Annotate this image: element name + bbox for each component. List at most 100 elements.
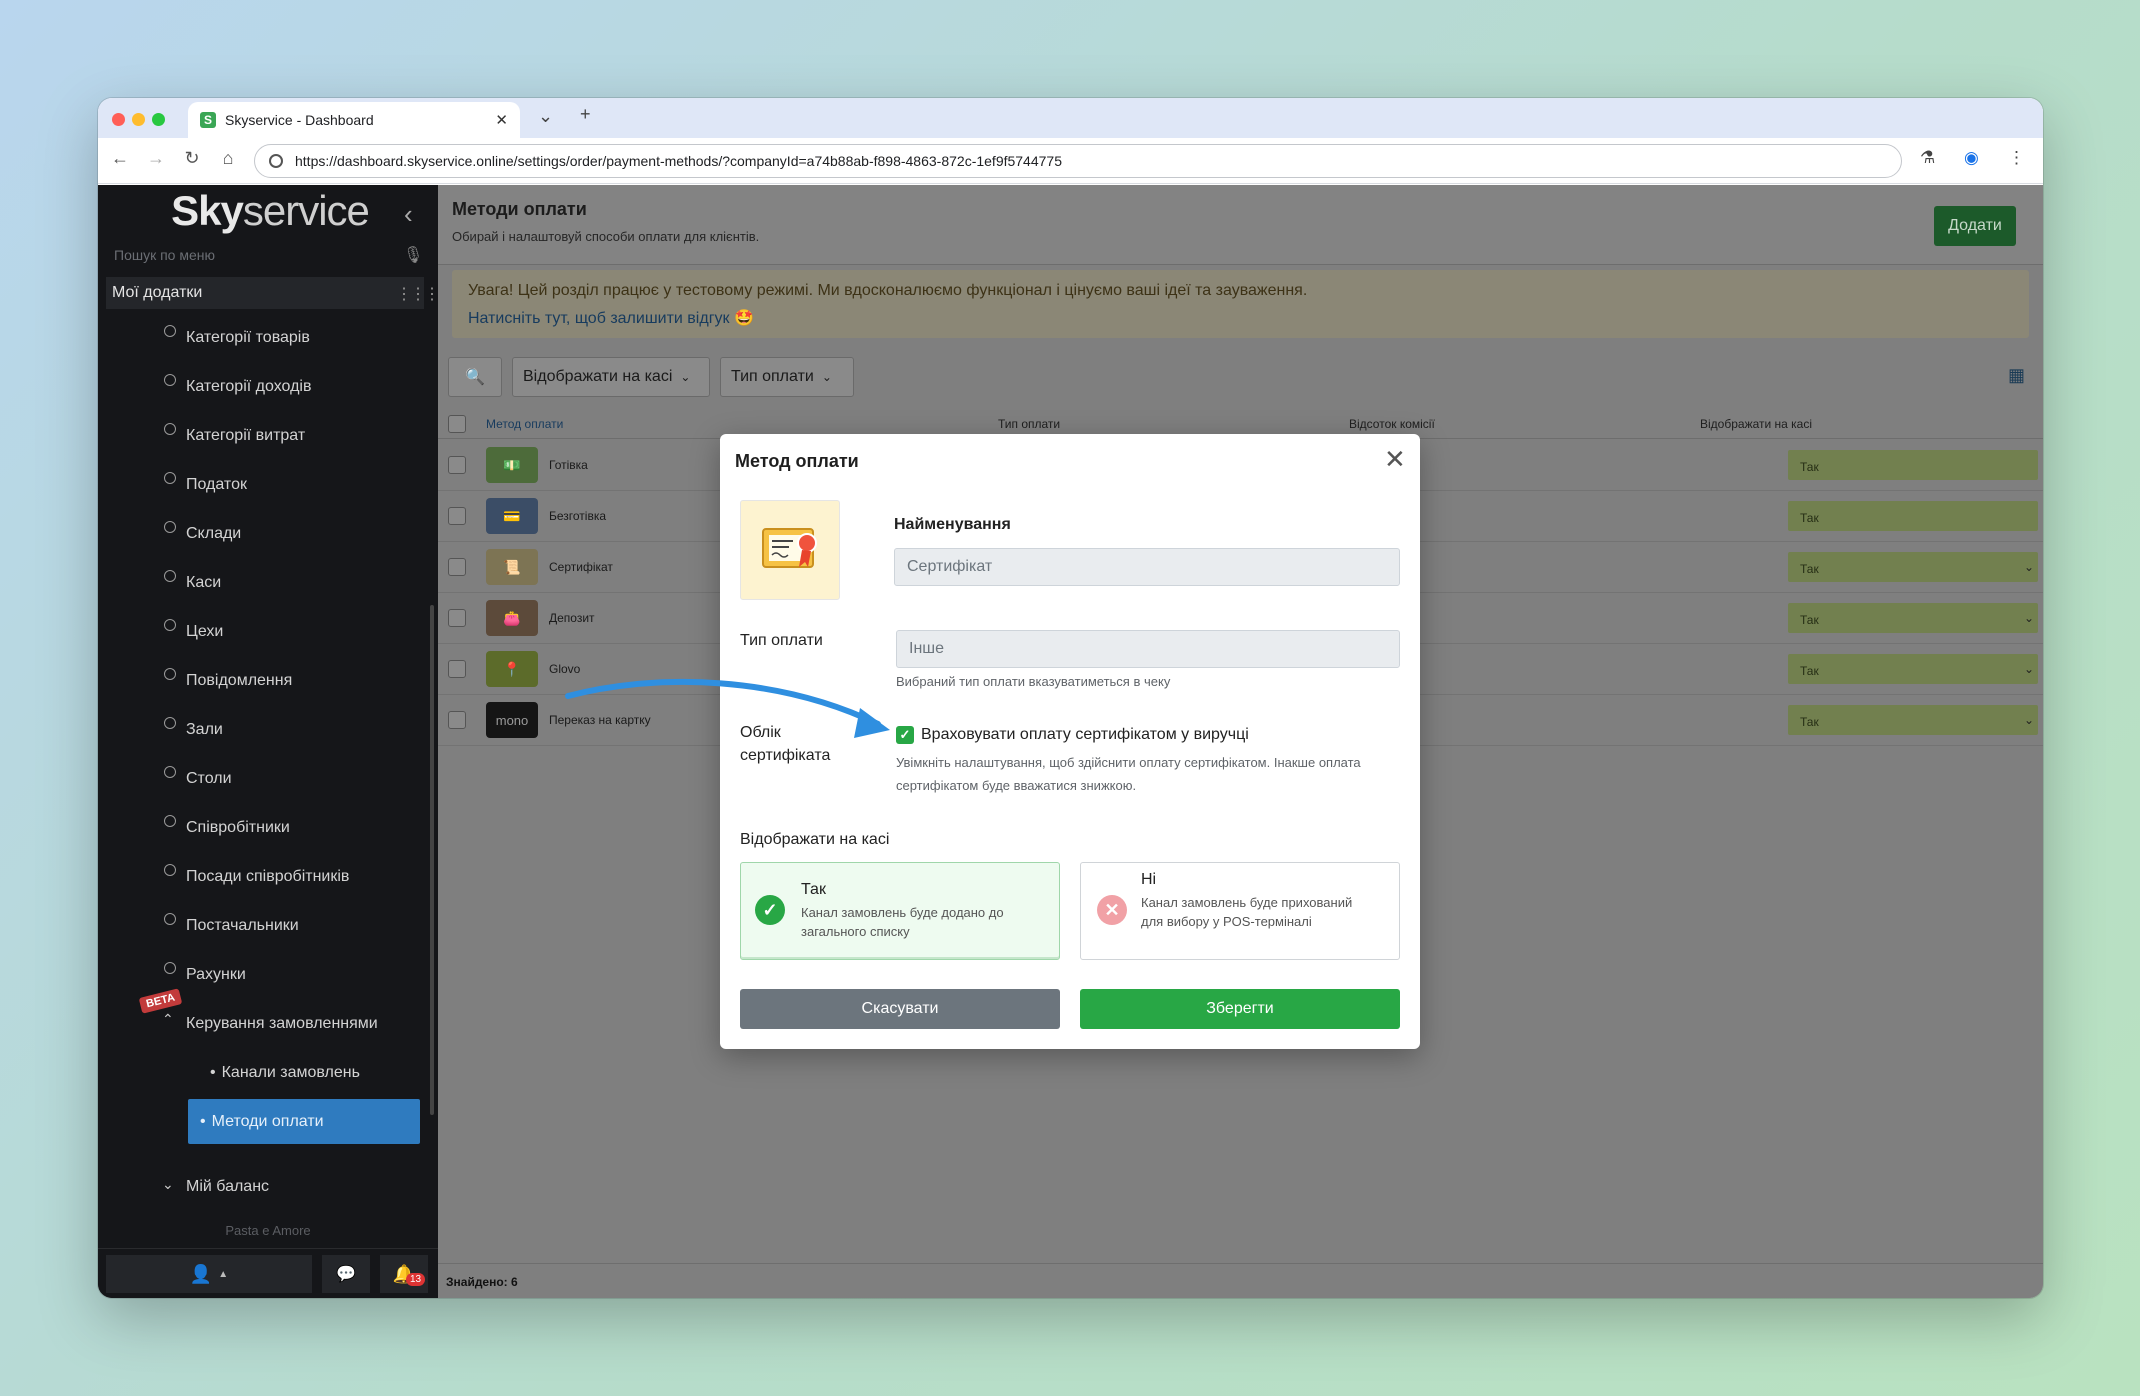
row-checkbox[interactable] [448,609,466,627]
new-tab-icon[interactable]: + [580,104,591,125]
add-button[interactable]: Додати [1934,206,2016,246]
collapse-sidebar-icon[interactable]: ‹ [404,199,413,230]
row-checkbox[interactable] [448,456,466,474]
close-window-button[interactable] [112,113,125,126]
show-on-pos-select[interactable]: Так ⌄ [1788,705,2038,735]
certificate-image[interactable] [740,500,840,600]
tab-title: Skyservice - Dashboard [225,112,374,128]
sidebar-item[interactable]: Категорії товарів [98,313,428,362]
row-checkbox[interactable] [448,507,466,525]
circle-icon [164,815,176,827]
select-all-checkbox[interactable] [448,415,466,433]
column-header: Відсоток комісії [1349,417,1435,431]
notification-count-badge: 13 [406,1273,426,1286]
sidebar-item-balance[interactable]: ⌄ Мій баланс [98,1162,428,1211]
sidebar: Skyservice ‹ Пошук по меню 🎙 Мої додатки… [98,185,440,1298]
search-button[interactable]: 🔍 [448,357,502,397]
cert-accounting-label-2: сертифіката [740,747,831,764]
table-view-icon[interactable]: ▦ [2008,365,2025,386]
sidebar-item[interactable]: Склади [98,509,428,558]
tab-list-chevron-icon[interactable]: ⌄ [538,106,553,127]
search-icon: 🔍 [465,369,485,386]
forward-icon[interactable]: → [144,148,168,169]
cert-hint-line-1: Увімкніть налаштування, щоб здійснити оп… [896,755,1361,770]
cert-revenue-checkbox-label[interactable]: Враховувати оплату сертифікатом у виручц… [921,726,1249,744]
sidebar-item[interactable]: Цехи [98,607,428,656]
user-icon: 👤 [189,1263,213,1284]
sidebar-scrollbar[interactable] [430,605,434,1115]
filter-show-on-pos[interactable]: Відображати на касі ⌄ [512,357,710,397]
sidebar-item[interactable]: Податок [98,460,428,509]
address-bar[interactable]: https://dashboard.skyservice.online/sett… [254,144,1902,178]
chat-button[interactable]: 💬 [322,1255,370,1293]
sidebar-item-payment-methods[interactable]: • Методи оплати [98,1097,428,1146]
sidebar-item[interactable]: Рахунки [98,950,428,999]
certificate-icon [762,528,817,568]
chevron-down-icon: ⌄ [2023,662,2034,676]
cert-revenue-checkbox[interactable]: ✓ [896,726,914,744]
row-checkbox[interactable] [448,558,466,576]
close-modal-icon[interactable]: ✕ [1384,446,1406,472]
payment-type-input[interactable]: Інше [896,630,1400,668]
show-on-pos-select[interactable]: Так ⌄ [1788,654,2038,684]
notifications-button[interactable]: 🔔 13 [380,1255,428,1293]
sidebar-item[interactable]: Категорії доходів [98,362,428,411]
save-button[interactable]: Зберегти [1080,989,1400,1029]
show-on-pos-select[interactable]: Так ⌄ [1788,552,2038,582]
circle-icon [164,962,176,974]
maximize-window-button[interactable] [152,113,165,126]
sidebar-item[interactable]: Категорії витрат [98,411,428,460]
sidebar-item[interactable]: Постачальники [98,901,428,950]
labs-flask-icon[interactable]: ⚗ [1920,148,1935,168]
sidebar-item[interactable]: Співробітники [98,803,428,852]
caret-up-icon: ▲ [218,1268,229,1280]
page-title: Методи оплати [452,199,587,219]
site-info-icon[interactable] [269,154,283,168]
circle-icon [164,570,176,582]
no-title: Ні [1141,871,1157,888]
profile-icon[interactable]: ◉ [1964,148,1979,168]
column-header[interactable]: Метод оплати [486,417,563,431]
circle-icon [164,521,176,533]
sidebar-item[interactable]: Столи [98,754,428,803]
menu-dots-icon[interactable]: ⋮ [2008,148,2025,168]
browser-toolbar: ← → ↻ ⌂ https://dashboard.skyservice.onl… [98,138,2043,184]
browser-tab[interactable]: S Skyservice - Dashboard ✕ [188,102,520,138]
feedback-link[interactable]: Натисніть тут, щоб залишити відгук 🤩 [468,308,754,328]
row-checkbox[interactable] [448,711,466,729]
yes-title: Так [801,881,826,898]
sidebar-item[interactable]: Каси [98,558,428,607]
chevron-down-icon: ⌄ [2023,611,2034,625]
microphone-icon[interactable]: 🎙 [403,245,423,265]
column-header: Відображати на касі [1700,417,1813,431]
my-apps-header[interactable]: Мої додатки [106,277,424,309]
minimize-window-button[interactable] [132,113,145,126]
cancel-button[interactable]: Скасувати [740,989,1060,1029]
apps-grid-icon[interactable]: ⋮⋮⋮ [396,284,440,304]
circle-icon [164,913,176,925]
reload-icon[interactable]: ↻ [180,148,204,169]
back-icon[interactable]: ← [108,148,132,169]
show-on-pos-label: Відображати на касі [740,831,890,848]
show-yes-option[interactable]: ✓ Так Канал замовлень буде додано до заг… [740,862,1060,960]
sidebar-item[interactable]: Повідомлення [98,656,428,705]
circle-icon [164,668,176,680]
sidebar-search-input[interactable]: Пошук по меню [114,247,414,269]
yes-description: Канал замовлень буде додано до загальног… [801,905,1004,939]
show-on-pos-select[interactable]: Так ⌄ [1788,603,2038,633]
row-checkbox[interactable] [448,660,466,678]
no-description: Канал замовлень буде прихований для вибо… [1141,895,1353,929]
sidebar-item[interactable]: Зали [98,705,428,754]
home-icon[interactable]: ⌂ [216,148,240,169]
filter-payment-type[interactable]: Тип оплати ⌄ [720,357,854,397]
user-menu-button[interactable]: 👤 ▲ [106,1255,312,1293]
card-icon: 💳 [486,498,538,534]
show-no-option[interactable]: ✕ Ні Канал замовлень буде прихований для… [1080,862,1400,960]
circle-icon [164,619,176,631]
column-header: Тип оплати [998,417,1061,431]
name-input[interactable]: Сертифікат [894,548,1400,586]
close-tab-icon[interactable]: ✕ [495,111,508,129]
sidebar-item-order-channels[interactable]: • Канали замовлень [98,1048,428,1097]
results-count: Знайдено: 6 [446,1275,518,1289]
sidebar-item[interactable]: Посади співробітників [98,852,428,901]
